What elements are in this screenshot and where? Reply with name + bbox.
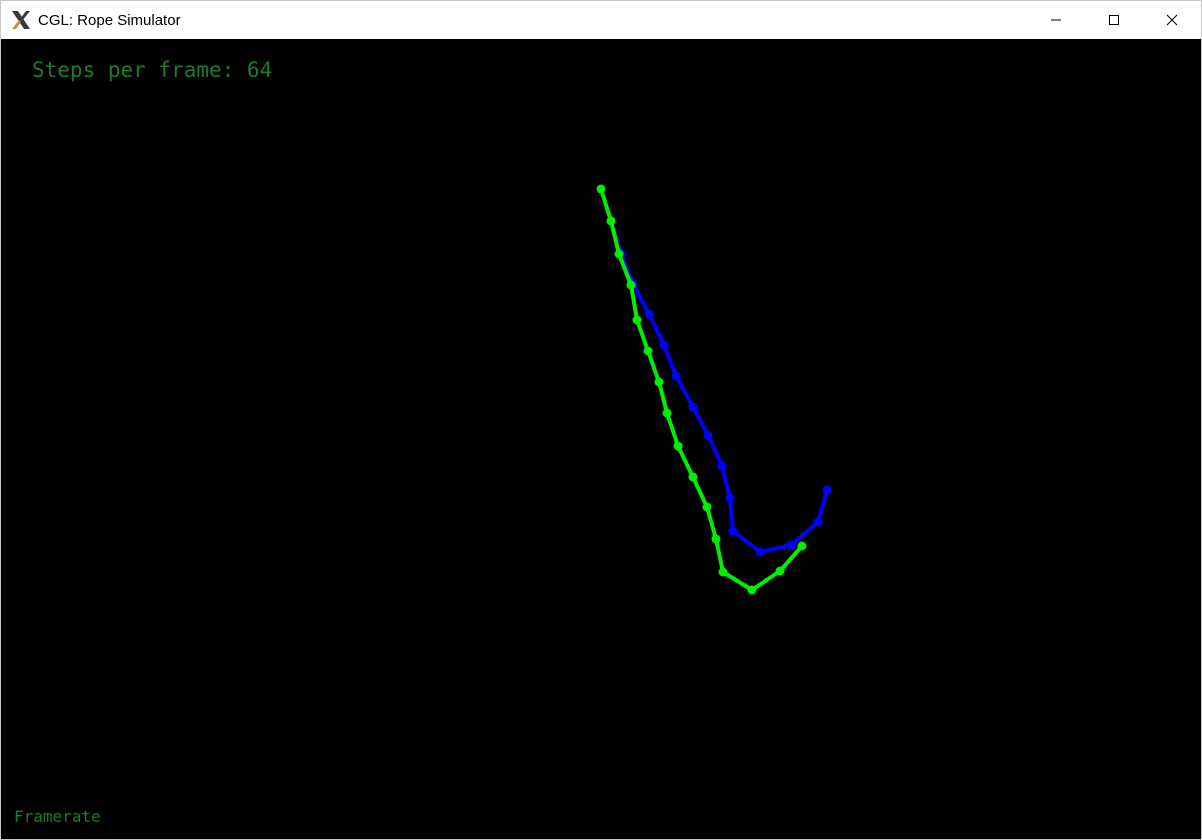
rope-2-mass (626, 280, 636, 290)
rope-2-mass (596, 184, 606, 194)
rope-2-mass (673, 441, 683, 451)
rope-1-mass (688, 402, 698, 412)
rope-2-mass (747, 585, 757, 595)
rope-2-mass (662, 408, 672, 418)
rope-2-mass (775, 566, 785, 576)
rope-1-mass (671, 371, 681, 381)
rope-2-mass (711, 534, 721, 544)
maximize-button[interactable] (1085, 1, 1143, 39)
rope-2-mass (718, 567, 728, 577)
rope-2-mass (614, 249, 624, 259)
rope-1-mass (822, 485, 832, 495)
rope-1-mass (644, 309, 654, 319)
framerate-label: Framerate (14, 807, 101, 826)
rope-1-mass (659, 340, 669, 350)
maximize-icon (1109, 15, 1119, 25)
rope-2-mass (654, 377, 664, 387)
rope-1-mass (725, 493, 735, 503)
x-logo-icon (10, 9, 32, 31)
rope-1-segments (599, 188, 829, 554)
rope-1-mass (813, 517, 823, 527)
minimize-icon (1051, 19, 1061, 21)
rope-1-mass (755, 547, 765, 557)
rope-2-mass (606, 216, 616, 226)
rope-scene (596, 184, 832, 595)
app-window: CGL: Rope Simulator Steps per frame: 64 … (0, 0, 1202, 840)
rope-2-mass (688, 472, 698, 482)
rope-1-mass (728, 526, 738, 536)
steps-per-frame-label: Steps per frame: 64 (32, 58, 273, 82)
title-bar[interactable]: CGL: Rope Simulator (1, 1, 1201, 39)
window-title: CGL: Rope Simulator (38, 11, 181, 29)
rope-2-segments (599, 188, 804, 592)
close-icon (1166, 14, 1178, 26)
rope-2-mass (702, 502, 712, 512)
minimize-button[interactable] (1027, 1, 1085, 39)
rope-1-mass (717, 461, 727, 471)
rope-2-mass (643, 346, 653, 356)
simulation-canvas[interactable]: Steps per frame: 64 Framerate (1, 39, 1201, 839)
rope-2-mass (797, 541, 807, 551)
rope-1-mass (786, 540, 796, 550)
rope-1-mass (703, 430, 713, 440)
close-button[interactable] (1143, 1, 1201, 39)
window-controls (1027, 1, 1201, 39)
rope-2-mass (632, 315, 642, 325)
